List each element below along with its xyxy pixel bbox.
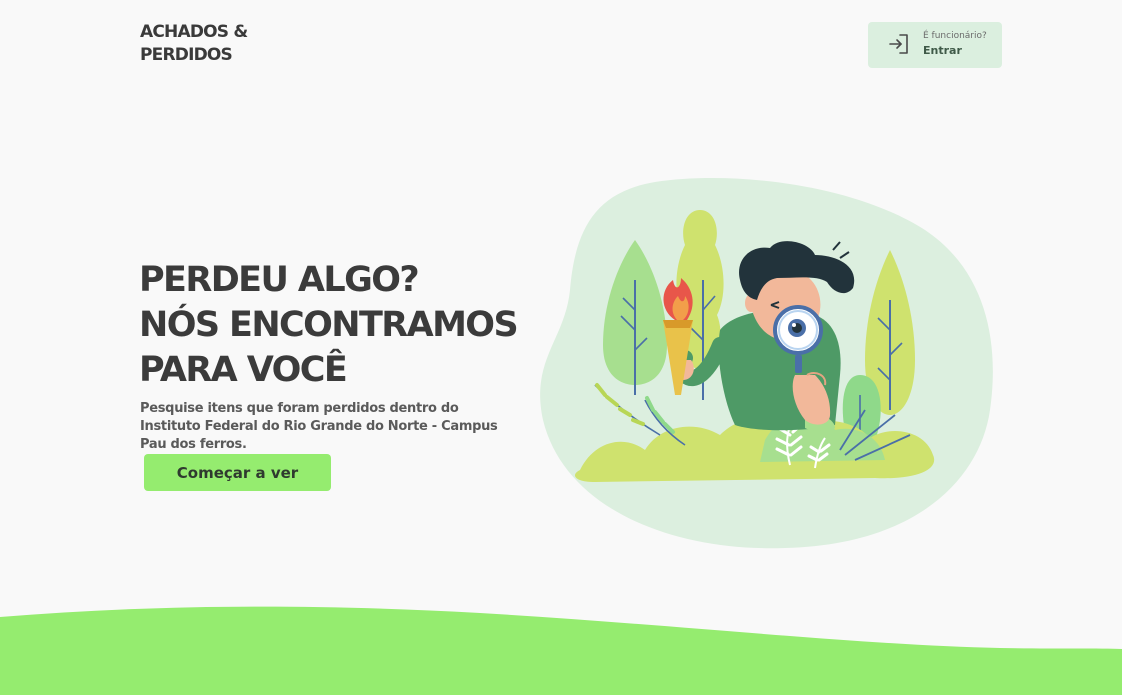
hero-title: PERDEU ALGO? NÓS ENCONTRAMOS PARA VOCÊ [139, 258, 519, 393]
login-subtitle: É funcionário? [923, 31, 987, 41]
bottom-wave [0, 606, 1122, 695]
start-browsing-button[interactable]: Começar a ver [144, 454, 331, 491]
hero-description: Pesquise itens que foram perdidos dentro… [140, 401, 498, 452]
employee-login-button[interactable]: É funcionário? Entrar [868, 22, 1002, 68]
logo-line-1: ACHADOS & [140, 22, 248, 42]
logo[interactable]: ACHADOS & PERDIDOS [140, 21, 248, 67]
logo-line-2: PERDIDOS [140, 45, 233, 65]
hero-title-line-3: PARA VOCÊ [139, 350, 348, 390]
search-illustration [540, 178, 993, 549]
hero-title-line-1: PERDEU ALGO? [139, 260, 420, 300]
login-icon [889, 34, 908, 54]
login-label: Entrar [923, 44, 962, 57]
hero-title-line-2: NÓS ENCONTRAMOS [139, 305, 519, 345]
